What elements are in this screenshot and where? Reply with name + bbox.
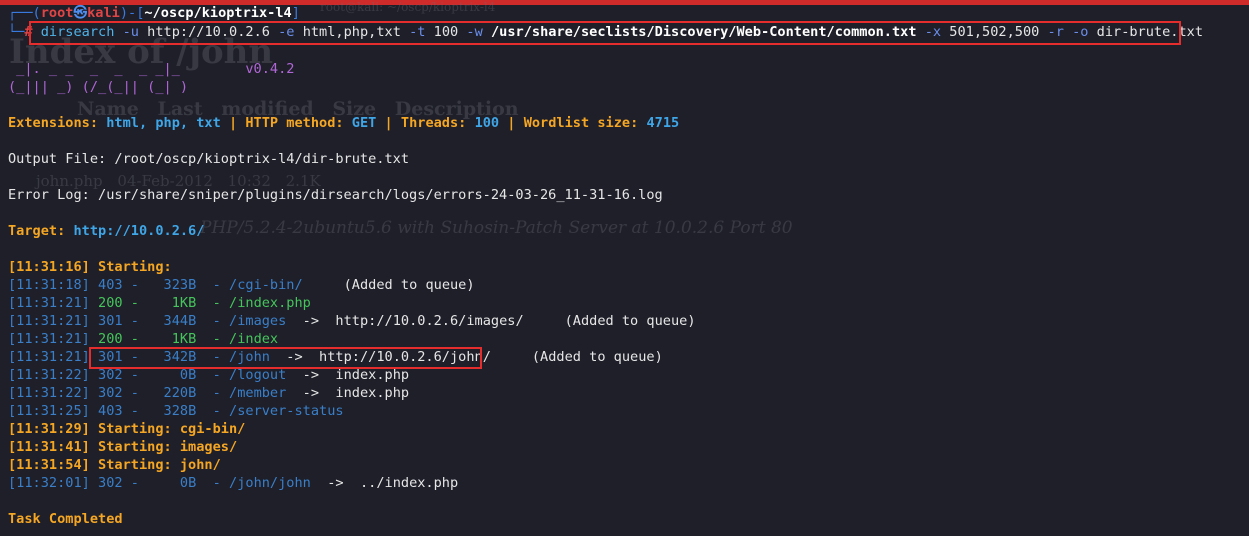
result-time: [11:31:21] bbox=[8, 331, 90, 347]
result-path: /logout bbox=[229, 367, 287, 383]
result-row: [11:31:54] Starting: john/ bbox=[8, 456, 221, 474]
wordlist-label: Wordlist size: bbox=[523, 115, 647, 131]
result-time: [11:31:21] bbox=[8, 349, 90, 365]
result-start-text: Starting: cgi-bin/ bbox=[89, 421, 246, 437]
result-size: 1KB bbox=[147, 331, 197, 347]
result-time: [11:31:41] bbox=[8, 439, 90, 455]
result-size: 344B bbox=[147, 313, 197, 329]
result-time: [11:31:16] bbox=[8, 259, 90, 275]
result-size: 1KB bbox=[147, 295, 197, 311]
result-row: [11:31:21] 200 - 1KB - /index.php bbox=[8, 295, 311, 311]
prompt-corner: └─ bbox=[8, 24, 25, 40]
result-size: 0B bbox=[147, 367, 197, 383]
result-time: [11:31:21] bbox=[8, 295, 90, 311]
result-size: 323B bbox=[147, 277, 197, 293]
prompt-line: ┌──(root㉿kali)-[~/oscp/kioptrix-l4] bbox=[8, 4, 300, 22]
result-row: [11:31:25] 403 - 328B - /server-status bbox=[8, 403, 344, 419]
result-size: 220B bbox=[147, 385, 197, 401]
banner-line-2: (_||| _) (/_(_|| (_| ) bbox=[8, 79, 189, 95]
result-redirect: -> index.php bbox=[286, 385, 410, 401]
result-time: [11:31:21] bbox=[8, 313, 90, 329]
result-time: [11:31:25] bbox=[8, 403, 90, 419]
sep-1: | bbox=[220, 115, 246, 131]
target-value: http://10.0.2.6/ bbox=[73, 223, 205, 239]
banner-version: v0.4.2 bbox=[245, 61, 295, 77]
result-status: 200 bbox=[98, 295, 123, 311]
result-path: /cgi-bin/ bbox=[229, 277, 303, 293]
result-path: /john/john bbox=[229, 475, 311, 491]
result-status: 403 bbox=[98, 277, 123, 293]
john-highlight-box bbox=[89, 347, 482, 369]
banner-line-1: _|. _ _ _ _ _ _|_ v0.4.2 bbox=[8, 60, 294, 78]
result-status: 403 bbox=[98, 403, 123, 419]
threads-label: Threads: bbox=[400, 115, 475, 131]
banner-art-1: _|. _ _ _ _ _ _|_ bbox=[8, 61, 180, 77]
result-row: [11:32:01] 302 - 0B - /john/john -> ../i… bbox=[8, 475, 459, 491]
prompt-close: ] bbox=[291, 5, 300, 21]
prompt-at-icon: ㉿ bbox=[73, 5, 88, 21]
wordlist-value: 4715 bbox=[646, 115, 680, 131]
threads-value: 100 bbox=[474, 115, 500, 131]
result-row: [11:31:21] 200 - 1KB - /index bbox=[8, 331, 279, 347]
result-redirect: -> index.php bbox=[286, 367, 410, 383]
command-highlight-box bbox=[29, 21, 1181, 45]
ext-value: html, php, txt bbox=[106, 115, 221, 131]
prompt-open: ┌──( bbox=[8, 5, 41, 21]
result-path: /server-status bbox=[229, 403, 344, 419]
result-path: /images bbox=[229, 313, 287, 329]
result-time: [11:31:29] bbox=[8, 421, 90, 437]
sep-3: | bbox=[499, 115, 524, 131]
method-label: HTTP method: bbox=[245, 115, 352, 131]
prompt-mid: )-[ bbox=[119, 5, 145, 21]
result-status: 302 bbox=[98, 385, 123, 401]
result-start-text: Starting: images/ bbox=[89, 439, 238, 455]
task-completed: Task Completed bbox=[8, 511, 123, 527]
result-row: [11:31:29] Starting: cgi-bin/ bbox=[8, 420, 245, 438]
output-file-line: Output File: /root/oscp/kioptrix-l4/dir-… bbox=[8, 151, 410, 167]
result-start-text: Starting: john/ bbox=[89, 457, 221, 473]
result-note: (Added to queue) bbox=[302, 277, 475, 293]
result-row: [11:31:41] Starting: images/ bbox=[8, 438, 237, 456]
ghost-server-footer: PHP/5.2.4-2ubuntu5.6 with Suhosin-Patch … bbox=[200, 218, 793, 238]
result-time: [11:31:54] bbox=[8, 457, 90, 473]
result-note: (Added to queue) bbox=[523, 313, 696, 329]
result-size: 328B bbox=[147, 403, 197, 419]
prompt-host: kali bbox=[87, 5, 120, 21]
result-time: [11:32:01] bbox=[8, 475, 90, 491]
result-path: /member bbox=[229, 385, 287, 401]
target-line: Target: http://10.0.2.6/ bbox=[8, 222, 204, 240]
result-start-text: Starting: bbox=[89, 259, 180, 275]
info-line: Extensions: html, php, txt | HTTP method… bbox=[8, 114, 679, 132]
result-status: 200 bbox=[98, 331, 123, 347]
result-row: [11:31:21] 301 - 344B - /images -> http:… bbox=[8, 313, 696, 329]
result-note: (Added to queue) bbox=[490, 349, 663, 365]
result-redirect: -> http://10.0.2.6/images/ bbox=[286, 313, 524, 329]
method-value: GET bbox=[351, 115, 377, 131]
prompt-path: ~/oscp/kioptrix-l4 bbox=[144, 5, 292, 21]
result-time: [11:31:22] bbox=[8, 367, 90, 383]
result-status: 301 bbox=[98, 313, 123, 329]
result-time: [11:31:18] bbox=[8, 277, 90, 293]
result-row: [11:31:16] Starting: bbox=[8, 258, 180, 276]
result-status: 302 bbox=[98, 367, 123, 383]
result-path: /index.php bbox=[229, 295, 311, 311]
ext-label: Extensions: bbox=[8, 115, 107, 131]
result-time: [11:31:22] bbox=[8, 385, 90, 401]
error-log-line: Error Log: /usr/share/sniper/plugins/dir… bbox=[8, 187, 663, 203]
result-status: 302 bbox=[98, 475, 123, 491]
result-path: /index bbox=[229, 331, 279, 347]
target-label: Target: bbox=[8, 223, 74, 239]
result-redirect: -> ../index.php bbox=[310, 475, 459, 491]
result-size: 0B bbox=[147, 475, 197, 491]
result-row: [11:31:22] 302 - 220B - /member -> index… bbox=[8, 385, 410, 401]
result-row: [11:31:18] 403 - 323B - /cgi-bin/ (Added… bbox=[8, 277, 475, 293]
sep-2: | bbox=[376, 115, 401, 131]
prompt-user: root bbox=[40, 5, 74, 21]
